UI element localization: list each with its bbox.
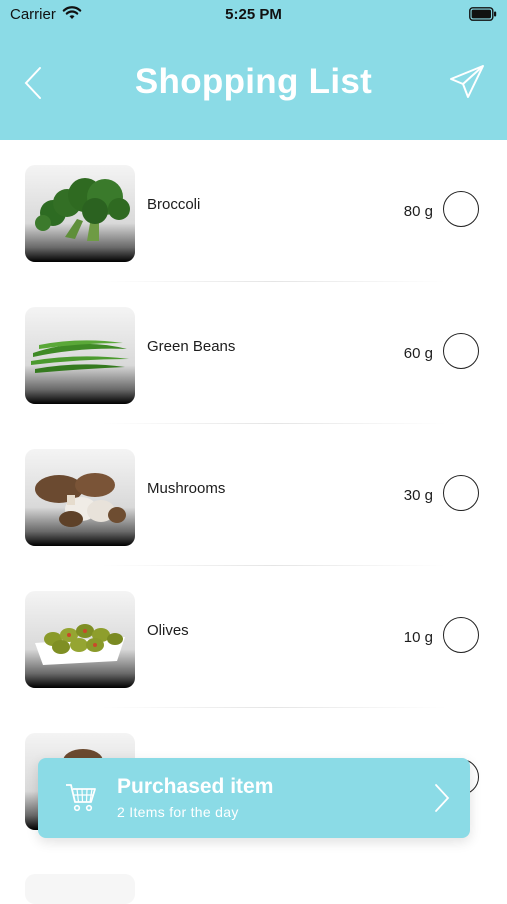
broccoli-image xyxy=(25,165,135,262)
item-name: Mushrooms xyxy=(147,480,226,497)
purchased-items-button[interactable]: Purchased item 2 Items for the day xyxy=(38,758,470,838)
item-checkbox[interactable] xyxy=(443,333,479,369)
item-quantity: 10 g xyxy=(403,629,433,646)
shopping-list: Broccoli 80 g Green Beans 60 g Mushrooms… xyxy=(0,140,507,850)
list-item: Green Beans 60 g xyxy=(0,282,507,424)
status-time: 5:25 PM xyxy=(225,6,282,23)
page-title: Shopping List xyxy=(134,62,373,101)
purchased-subtitle: 2 Items for the day xyxy=(117,804,239,820)
list-item: Broccoli 80 g xyxy=(0,140,507,282)
mushrooms-image xyxy=(25,449,135,546)
olives-image xyxy=(25,591,135,688)
purchased-title: Purchased item xyxy=(117,775,274,798)
item-checkbox[interactable] xyxy=(443,617,479,653)
paper-plane-icon xyxy=(450,65,484,98)
chevron-right-icon xyxy=(432,782,452,819)
battery-icon xyxy=(469,7,497,25)
item-name: Olives xyxy=(147,622,189,639)
header: Carrier 5:25 PM Shopping List xyxy=(0,0,507,140)
send-button[interactable] xyxy=(447,62,487,102)
item-checkbox[interactable] xyxy=(443,191,479,227)
item-quantity: 80 g xyxy=(403,203,433,220)
item-checkbox[interactable] xyxy=(443,475,479,511)
list-item: Olives 10 g xyxy=(0,566,507,708)
green-beans-image xyxy=(25,307,135,404)
list-item: Mushrooms 30 g xyxy=(0,424,507,566)
item-quantity: 30 g xyxy=(403,487,433,504)
item-name: Broccoli xyxy=(147,196,201,213)
item-name: Green Beans xyxy=(147,338,236,355)
status-bar: Carrier 5:25 PM xyxy=(0,0,507,30)
item-quantity: 60 g xyxy=(403,345,433,362)
shopping-cart-icon xyxy=(64,780,98,819)
